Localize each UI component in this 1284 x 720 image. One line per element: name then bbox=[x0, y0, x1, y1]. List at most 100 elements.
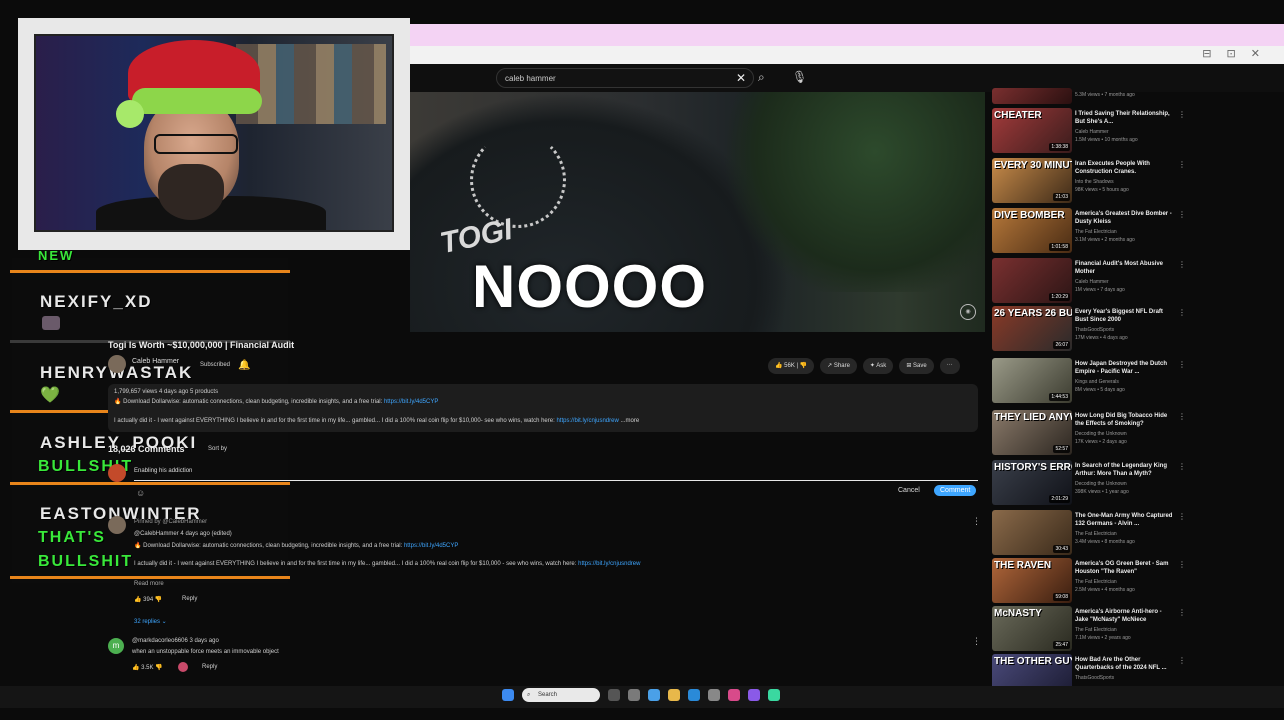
video-menu-icon[interactable]: ⋮ bbox=[1178, 656, 1186, 665]
store-icon[interactable] bbox=[708, 689, 720, 701]
bell-icon[interactable]: 🔔 bbox=[238, 360, 250, 371]
video-player[interactable]: TOGI NOOOO ◉ bbox=[410, 92, 985, 332]
video-thumbnail[interactable] bbox=[992, 88, 1072, 104]
video-menu-icon[interactable]: ⋮ bbox=[1178, 160, 1186, 169]
recommended-video-title[interactable]: How Long Did Big Tobacco Hide the Effect… bbox=[1075, 412, 1175, 428]
video-thumbnail[interactable]: 26 YEARS 26 BUSTS 26:07 bbox=[992, 306, 1072, 351]
widgets-icon[interactable] bbox=[628, 689, 640, 701]
channel-avatar[interactable] bbox=[108, 355, 126, 373]
video-menu-icon[interactable]: ⋮ bbox=[1178, 462, 1186, 471]
video-menu-icon[interactable]: ⋮ bbox=[1178, 210, 1186, 219]
description-box[interactable] bbox=[108, 384, 978, 432]
video-thumbnail[interactable]: 30:43 bbox=[992, 510, 1072, 555]
comment-menu-icon[interactable]: ⋮ bbox=[972, 516, 981, 527]
reply-button[interactable]: Reply bbox=[182, 596, 197, 602]
save-button[interactable]: ⊞ Save bbox=[899, 358, 934, 374]
like-button[interactable]: 👍 56K | 👎 bbox=[768, 358, 815, 374]
comment-author[interactable]: @CalebHammer 4 days ago (edited) bbox=[134, 531, 232, 537]
channel-name[interactable]: Caleb Hammer bbox=[132, 358, 179, 365]
recommended-video[interactable]: 1:44:53 How Japan Destroyed the Dutch Emp… bbox=[992, 358, 1192, 406]
video-thumbnail[interactable]: DIVE BOMBER 1:01:58 bbox=[992, 208, 1072, 253]
video-thumbnail[interactable]: HISTORY'S ERROR? 2:01:29 bbox=[992, 460, 1072, 505]
recommended-video[interactable]: EVERY 30 MINUTES 21:03 Iran Executes Peopl… bbox=[992, 158, 1192, 206]
video-thumbnail[interactable]: EVERY 30 MINUTES 21:03 bbox=[992, 158, 1072, 203]
recommended-video-title[interactable]: In Search of the Legendary King Arthur: … bbox=[1075, 462, 1175, 478]
recommended-video[interactable]: 26 YEARS 26 BUSTS 26:07 Every Year's Bigge… bbox=[992, 306, 1192, 354]
video-menu-icon[interactable]: ⋮ bbox=[1178, 512, 1186, 521]
recommended-video-title[interactable]: I Tried Saving Their Relationship, But S… bbox=[1075, 110, 1175, 126]
recommended-video[interactable]: 5.3M views • 7 months ago bbox=[992, 88, 1192, 106]
video-menu-icon[interactable]: ⋮ bbox=[1178, 308, 1186, 317]
recommended-video-title[interactable]: Iran Executes People With Construction C… bbox=[1075, 160, 1175, 176]
comment-avatar[interactable]: m bbox=[108, 638, 124, 654]
recommended-video-title[interactable]: The One-Man Army Who Captured 132 German… bbox=[1075, 512, 1175, 528]
video-menu-icon[interactable]: ⋮ bbox=[1178, 412, 1186, 421]
recommended-video-title[interactable]: Every Year's Biggest NFL Draft Bust Sinc… bbox=[1075, 308, 1175, 324]
task-view-icon[interactable] bbox=[608, 689, 620, 701]
video-thumbnail[interactable]: 1:20:29 bbox=[992, 258, 1072, 303]
recommended-video-title[interactable]: Financial Audit's Most Abusive Mother bbox=[1075, 260, 1175, 276]
comment-submit-button[interactable]: Comment bbox=[934, 485, 977, 496]
reply-button[interactable]: Reply bbox=[202, 664, 217, 670]
recommended-video[interactable]: HISTORY'S ERROR? 2:01:29 In Search of the … bbox=[992, 460, 1192, 508]
share-button[interactable]: ↗ Share bbox=[820, 358, 857, 374]
comment-link[interactable]: https://bit.ly/4d5CYP bbox=[404, 543, 458, 549]
show-more-link[interactable]: ...more bbox=[620, 418, 639, 424]
video-menu-icon[interactable]: ⋮ bbox=[1178, 360, 1186, 369]
description-link[interactable]: https://bit.ly/cnjusndrew bbox=[556, 418, 618, 424]
recommended-video-title[interactable]: How Japan Destroyed the Dutch Empire - P… bbox=[1075, 360, 1175, 376]
comment-like-button[interactable]: 👍 394 👎 bbox=[134, 596, 162, 603]
thumbnail-text: DIVE BOMBER bbox=[994, 210, 1065, 221]
emoji-icon[interactable]: ☺ bbox=[136, 488, 145, 498]
recommended-video-title[interactable]: America's OG Green Beret - Sam Houston "… bbox=[1075, 560, 1175, 576]
recommended-video[interactable]: CHEATER 1:38:38 I Tried Saving Their Relat… bbox=[992, 108, 1192, 156]
app-icon[interactable] bbox=[728, 689, 740, 701]
cancel-button[interactable]: Cancel bbox=[898, 487, 920, 494]
video-thumbnail[interactable]: THEY LIED ANYWAY 52:57 bbox=[992, 410, 1072, 455]
description-link[interactable]: https://bit.ly/4d5CYP bbox=[384, 399, 438, 405]
video-menu-icon[interactable]: ⋮ bbox=[1178, 260, 1186, 269]
start-icon[interactable] bbox=[502, 689, 514, 701]
window-controls[interactable]: ⊟ ⊡ ✕ bbox=[1202, 47, 1266, 60]
video-thumbnail[interactable]: CHEATER 1:38:38 bbox=[992, 108, 1072, 153]
recommended-video[interactable]: McNASTY 25:47 America's Airborne Anti-hero… bbox=[992, 606, 1192, 654]
close-icon[interactable]: ✕ bbox=[736, 71, 746, 85]
subscribe-button[interactable]: Subscribed bbox=[200, 362, 230, 368]
file-explorer-icon[interactable] bbox=[668, 689, 680, 701]
browser-icon[interactable] bbox=[688, 689, 700, 701]
comment-menu-icon[interactable]: ⋮ bbox=[972, 636, 981, 647]
microphone-icon[interactable]: 🎙 bbox=[792, 70, 807, 84]
ask-button[interactable]: ✦ Ask bbox=[862, 358, 894, 374]
comment-author[interactable]: @markdacorleo6606 3 days ago bbox=[132, 638, 219, 644]
read-more-link[interactable]: Read more bbox=[134, 581, 164, 587]
video-menu-icon[interactable]: ⋮ bbox=[1178, 110, 1186, 119]
comment-input[interactable]: Enabling his addiction bbox=[134, 468, 192, 474]
sort-button[interactable]: Sort by bbox=[208, 446, 227, 452]
browser-address-bar[interactable] bbox=[410, 46, 1284, 64]
recommended-video[interactable]: THE RAVEN 59:08 America's OG Green Beret -… bbox=[992, 558, 1192, 606]
recommended-video[interactable]: 1:20:29 Financial Audit's Most Abusive Mo… bbox=[992, 258, 1192, 306]
more-button[interactable]: ··· bbox=[939, 358, 960, 374]
recommended-video[interactable]: DIVE BOMBER 1:01:58 America's Greatest Div… bbox=[992, 208, 1192, 256]
description-line: 🔥 Download Dollarwise: automatic connect… bbox=[114, 399, 439, 405]
video-thumbnail[interactable]: THE RAVEN 59:08 bbox=[992, 558, 1072, 603]
recommended-video-title[interactable]: America's Airborne Anti-hero - Jake "McN… bbox=[1075, 608, 1175, 624]
app-icon[interactable] bbox=[748, 689, 760, 701]
recommended-video[interactable]: THEY LIED ANYWAY 52:57 How Long Did Big To… bbox=[992, 410, 1192, 458]
video-menu-icon[interactable]: ⋮ bbox=[1178, 560, 1186, 569]
edge-icon[interactable] bbox=[648, 689, 660, 701]
recommended-video-title[interactable]: America's Greatest Dive Bomber - Dusty K… bbox=[1075, 210, 1175, 226]
recommended-video-title[interactable]: How Bad Are the Other Quarterbacks of th… bbox=[1075, 656, 1175, 672]
video-menu-icon[interactable]: ⋮ bbox=[1178, 608, 1186, 617]
video-thumbnail[interactable]: 1:44:53 bbox=[992, 358, 1072, 403]
comment-avatar[interactable] bbox=[108, 516, 126, 534]
search-icon[interactable]: ⌕ bbox=[758, 70, 765, 85]
comment-link[interactable]: https://bit.ly/cnjusndrew bbox=[578, 561, 640, 567]
video-thumbnail[interactable]: McNASTY 25:47 bbox=[992, 606, 1072, 651]
search-input[interactable]: caleb hammer bbox=[496, 68, 754, 88]
comment-like-button[interactable]: 👍 3.5K 👎 bbox=[132, 664, 163, 671]
replies-toggle[interactable]: 32 replies ⌄ bbox=[134, 618, 167, 625]
recommended-video[interactable]: 30:43 The One-Man Army Who Captured 132 G… bbox=[992, 510, 1192, 558]
taskbar-search[interactable]: ⌕ Search bbox=[522, 688, 600, 702]
app-icon[interactable] bbox=[768, 689, 780, 701]
